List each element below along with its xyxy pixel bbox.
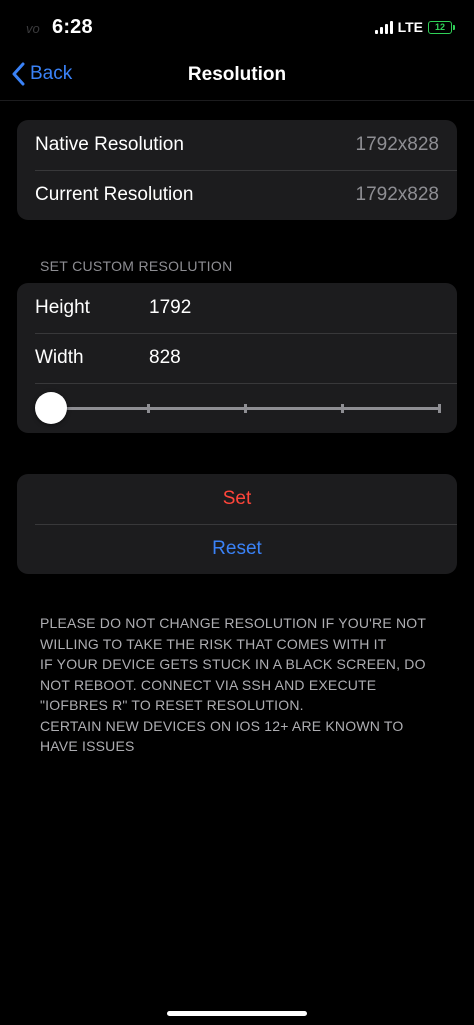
navigation-bar: Back Resolution xyxy=(0,56,474,101)
warning-line: PLEASE DO NOT CHANGE RESOLUTION IF YOU'R… xyxy=(40,615,426,652)
current-resolution-row: Current Resolution 1792x828 xyxy=(17,170,457,220)
resolution-slider[interactable] xyxy=(17,383,457,433)
resolution-info-group: Native Resolution 1792x828 Current Resol… xyxy=(17,120,457,220)
native-resolution-label: Native Resolution xyxy=(35,134,184,155)
slider-thumb[interactable] xyxy=(35,392,67,424)
status-bar: vo 6:28 LTE 12 xyxy=(0,0,474,56)
width-row[interactable]: Width 828 xyxy=(17,333,457,383)
warning-notice: PLEASE DO NOT CHANGE RESOLUTION IF YOU'R… xyxy=(40,613,444,757)
current-resolution-value: 1792x828 xyxy=(355,184,439,205)
battery-icon: 12 xyxy=(428,20,455,34)
width-label: Width xyxy=(35,347,84,368)
slider-tick xyxy=(438,404,441,413)
slider-tick xyxy=(147,404,150,413)
status-indicators: LTE 12 xyxy=(374,19,455,35)
height-label: Height xyxy=(35,297,90,318)
page-title: Resolution xyxy=(187,64,287,85)
native-resolution-row: Native Resolution 1792x828 xyxy=(17,120,457,170)
status-time: 6:28 xyxy=(52,16,93,38)
cellular-signal-icon xyxy=(374,20,393,34)
home-indicator[interactable] xyxy=(167,1011,307,1016)
current-resolution-label: Current Resolution xyxy=(35,184,194,205)
slider-tick xyxy=(341,404,344,413)
reset-button-label: Reset xyxy=(212,538,262,559)
custom-resolution-section-header: SET CUSTOM RESOLUTION xyxy=(40,258,233,274)
actions-group: Set Reset xyxy=(17,474,457,574)
resolution-screen: vo 6:28 LTE 12 Back Resolution Native Re… xyxy=(0,0,474,1025)
slider-tick xyxy=(244,404,247,413)
warning-line: IF YOUR DEVICE GETS STUCK IN A BLACK SCR… xyxy=(40,656,426,713)
set-button[interactable]: Set xyxy=(17,474,457,524)
carrier-mark: vo xyxy=(26,21,40,36)
height-field[interactable]: 1792 xyxy=(149,297,191,319)
width-field[interactable]: 828 xyxy=(149,347,181,369)
native-resolution-value: 1792x828 xyxy=(355,134,439,155)
custom-resolution-group: Height 1792 Width 828 xyxy=(17,283,457,433)
slider-track[interactable] xyxy=(35,392,441,424)
battery-level: 12 xyxy=(434,22,445,32)
network-type-label: LTE xyxy=(397,19,423,35)
reset-button[interactable]: Reset xyxy=(17,524,457,574)
set-button-label: Set xyxy=(222,488,252,509)
height-row[interactable]: Height 1792 xyxy=(17,283,457,333)
warning-line: CERTAIN NEW DEVICES ON IOS 12+ ARE KNOWN… xyxy=(40,717,404,755)
